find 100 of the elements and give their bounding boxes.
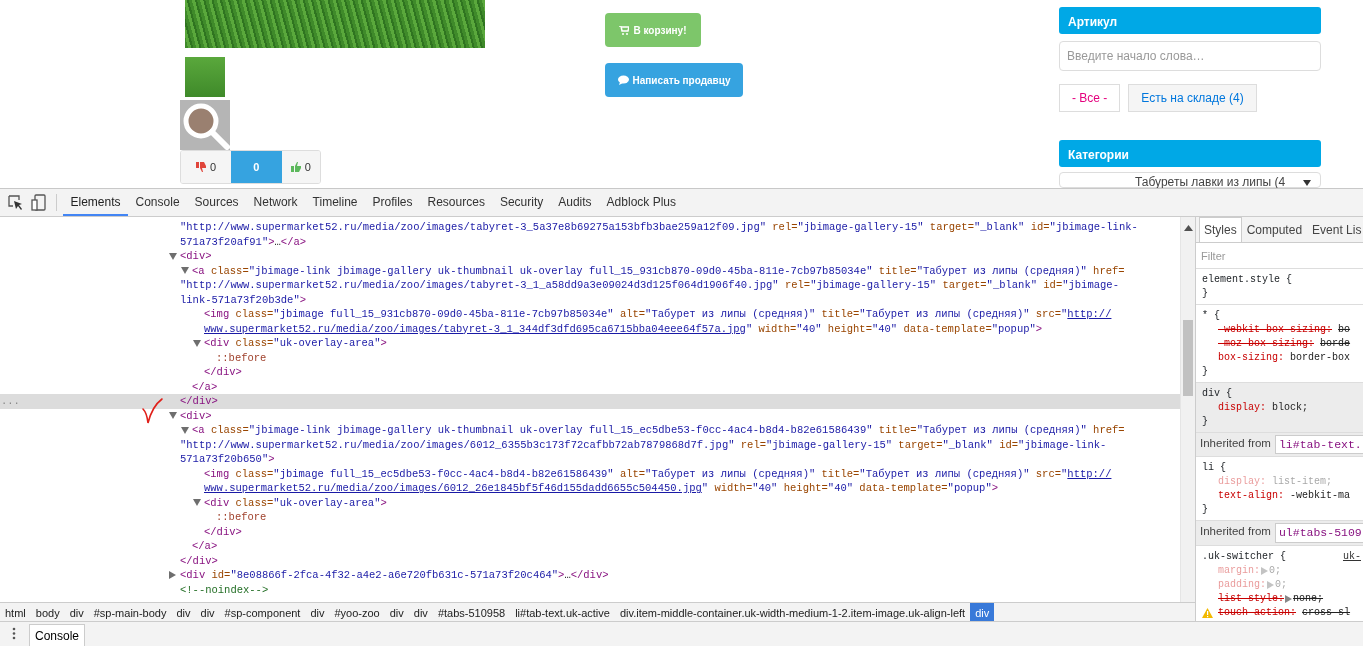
breadcrumb-item[interactable]: #sp-main-body xyxy=(88,603,172,621)
breadcrumb-item[interactable]: #yoo-zoo xyxy=(329,603,385,621)
speech-bubble-icon xyxy=(617,75,629,85)
devtools-tab[interactable]: Audits xyxy=(550,189,600,216)
code-line: <img class="jbimage full_15_931cb870-09d0-45ba-811e-7cb97b85034e" alt="Табурет из липы (средняя)" title="Табурет из липы (средняя)" src="http:// xyxy=(204,307,1112,322)
dom-tree-row[interactable]: 571a73f20b650"> xyxy=(0,452,1180,467)
css-property-name[interactable]: touch-action: xyxy=(1218,605,1296,620)
photo-placeholder[interactable] xyxy=(180,100,230,150)
scrollbar-thumb[interactable] xyxy=(1183,320,1193,396)
collapse-arrow-icon[interactable] xyxy=(193,339,201,347)
dom-tree-row[interactable]: link-571a73f20b3de"> xyxy=(0,292,1180,307)
breadcrumb-item[interactable]: div xyxy=(408,603,433,621)
dom-tree-row[interactable]: <div> xyxy=(0,249,1180,264)
like-button[interactable]: 0 xyxy=(281,151,320,183)
breadcrumb-item[interactable]: div xyxy=(970,603,995,621)
thumbs-up-icon xyxy=(290,162,301,172)
section-header: Категории xyxy=(1059,140,1321,167)
css-property-value: 0; xyxy=(1269,563,1282,578)
breadcrumb-item[interactable]: div xyxy=(195,603,220,621)
css-property-name[interactable]: display: xyxy=(1218,401,1266,415)
dom-tree-row[interactable]: <img class="jbimage full_15_ec5dbe53-f0cc-4ac4-b8d4-b82e61586439" alt="Табурет из липы (средняя)" title="Табурет из липы (средняя)" src="http:// xyxy=(0,466,1180,481)
cart-icon xyxy=(619,25,630,35)
device-mode-icon[interactable] xyxy=(31,194,46,211)
breadcrumb-item[interactable]: div.item-middle-container.uk-width-medium-1-2.item-image.uk-align-left xyxy=(614,603,971,621)
devtools-tab[interactable]: Resources xyxy=(420,189,493,216)
styles-pane-tab[interactable]: Computed xyxy=(1241,217,1308,242)
inspect-element-icon[interactable] xyxy=(8,195,23,210)
dislike-button[interactable]: 0 xyxy=(181,151,232,183)
category-dropdown[interactable]: Табуреты лавки из липы (4 xyxy=(1059,172,1321,188)
collapse-arrow-icon[interactable] xyxy=(193,499,201,507)
dom-tree-row[interactable]: </div> xyxy=(0,553,1180,568)
devtools-tab[interactable]: Adblock Plus xyxy=(599,189,684,216)
css-property-name[interactable]: -webkit-box-sizing: xyxy=(1218,323,1333,337)
element-link[interactable]: ul#tabs-5109 xyxy=(1274,523,1363,543)
devtools-tab[interactable]: Network xyxy=(246,189,306,216)
code-line: "http://www.supermarket52.ru/media/zoo/images/tabyret-3_5a37e8b69275a153bfb3bae259a12f09.jpg" rel="jbimage-gallery-15" target="_blank" id="jbimage-link- xyxy=(180,220,1138,235)
element-link[interactable]: li#tab-text. xyxy=(1274,435,1363,455)
code-line: </a> xyxy=(192,539,218,554)
devtools-tab[interactable]: Elements xyxy=(63,189,129,216)
breadcrumb-item[interactable]: html xyxy=(0,603,31,621)
dom-tree-row[interactable]: </div> xyxy=(0,524,1180,539)
dom-tree-row[interactable]: <div class="uk-overlay-area"> xyxy=(0,495,1180,510)
dom-tree-row[interactable]: "http://www.supermarket52.ru/media/zoo/images/tabyret-3_1_a58dd9a3e09024d3d125f064d1906f40.jpg" rel="jbimage-gallery-15" target="_blank" id="jbimage- xyxy=(0,278,1180,293)
dom-tree-row[interactable]: www.supermarket52.ru/media/zoo/images/6012_26e1845bf5f46d155dadd6655c504450.jpg" width="40" height="40" data-template="popup"> xyxy=(0,481,1180,496)
css-property-name[interactable]: -moz-box-sizing: xyxy=(1218,337,1314,351)
dom-tree-row[interactable]: "http://www.supermarket52.ru/media/zoo/images/tabyret-3_5a37e8b69275a153bfb3bae259a12f09.jpg" rel="jbimage-gallery-15" target="_blank" id="jbimage-link- xyxy=(0,220,1180,235)
dom-tree-row[interactable]: ::before xyxy=(0,510,1180,525)
dom-tree-row[interactable]: </div> xyxy=(0,365,1180,380)
styles-pane-tab[interactable]: Styles xyxy=(1199,217,1242,242)
source-link[interactable]: uk- xyxy=(1343,549,1361,564)
devtools-tab[interactable]: Security xyxy=(492,189,551,216)
dom-tree-row[interactable]: "http://www.supermarket52.ru/media/zoo/images/6012_6355b3c173f72cafbb72ab7879868d7f.jpg" rel="jbimage-gallery-15" target="_blank" id="jbimage-link- xyxy=(0,437,1180,452)
dom-tree-row[interactable]: </a> xyxy=(0,539,1180,554)
breadcrumb-item[interactable]: body xyxy=(30,603,65,621)
code-line: "http://www.supermarket52.ru/media/zoo/images/tabyret-3_1_a58dd9a3e09024d3d125f064d1906f40.jpg" rel="jbimage-gallery-15" target="_blank" id="jbimage- xyxy=(180,278,1119,293)
code-line: www.supermarket52.ru/media/zoo/images/6012_26e1845bf5f46d155dadd6655c504450.jpg" width="40" height="40" data-template="popup"> xyxy=(204,481,998,496)
breadcrumb-item[interactable]: #sp-component xyxy=(219,603,306,621)
code-line: </a> xyxy=(192,379,218,394)
breadcrumb-item[interactable]: div xyxy=(171,603,196,621)
filter-button[interactable]: Есть на складе (4) xyxy=(1128,84,1257,112)
dom-tree-row[interactable]: <div class="uk-overlay-area"> xyxy=(0,336,1180,351)
dom-tree-row[interactable]: </a> xyxy=(0,379,1180,394)
dom-tree-row[interactable]: www.supermarket52.ru/media/zoo/images/tabyret-3_1_344df3dfd695ca6715bba04eee64f57a.jpg" width="40" height="40" data-template="popup"> xyxy=(0,321,1180,336)
styles-pane-tab[interactable]: Event Lis xyxy=(1307,217,1363,242)
expand-arrow-icon[interactable] xyxy=(169,571,176,580)
dom-tree-row[interactable]: <div id="8e08866f-2fca-4f32-a4e2-a6e720fb631c-571a73f20c464">…</div> xyxy=(0,568,1180,583)
dom-tree-row[interactable]: ... </div> xyxy=(0,394,1180,409)
expand-arrow-icon[interactable] xyxy=(1284,594,1293,603)
filter-button[interactable]: - Все - xyxy=(1059,84,1121,112)
devtools-tab[interactable]: Console xyxy=(128,189,188,216)
breadcrumb-item[interactable]: div xyxy=(384,603,409,621)
breadcrumb-item[interactable]: div xyxy=(305,603,330,621)
devtools-tab[interactable]: Profiles xyxy=(365,189,421,216)
dom-tree-row[interactable]: <img class="jbimage full_15_931cb870-09d0-45ba-811e-7cb97b85034e" alt="Табурет из липы (средняя)" title="Табурет из липы (средняя)" src="http:// xyxy=(0,307,1180,322)
dom-tree-row[interactable]: <a class="jbimage-link jbimage-gallery uk-thumbnail uk-overlay full_15_ec5dbe53-f0cc-4ac4-b8d4-b82e61586439" title="Табурет из липы (средняя)" href= xyxy=(0,423,1180,438)
dom-tree-row[interactable]: ::before xyxy=(0,350,1180,365)
css-property-value: borde xyxy=(1320,337,1351,351)
dom-tree-row[interactable]: <a class="jbimage-link jbimage-gallery uk-thumbnail uk-overlay full_15_931cb870-09d0-45ba-811e-7cb97b85034e" title="Табурет из липы (средняя)" href= xyxy=(0,263,1180,278)
code-line: link-571a73f20b3de"> xyxy=(180,292,307,307)
breadcrumb-item[interactable]: #tabs-510958 xyxy=(432,603,511,621)
dom-tree-row[interactable]: 571a73f20af91">…</a> xyxy=(0,234,1180,249)
dom-tree-row[interactable]: <!--noindex--> xyxy=(0,582,1180,597)
code-line: </div> xyxy=(180,394,218,409)
drawer-tab[interactable]: Console xyxy=(29,624,86,646)
devtools-tab[interactable]: Timeline xyxy=(305,189,365,216)
css-property-name[interactable]: box-sizing: xyxy=(1218,351,1284,365)
devtools-tab[interactable]: Sources xyxy=(187,189,247,216)
section-header: Артикул xyxy=(1059,7,1321,34)
css-property-name[interactable]: text-align: xyxy=(1218,489,1284,504)
scroll-up-arrow-icon[interactable] xyxy=(1184,225,1193,231)
search-field[interactable]: Введите начало слова… xyxy=(1059,41,1321,71)
code-line: "http://www.supermarket52.ru/media/zoo/images/6012_6355b3c173f72cafbb72ab7879868d7f.jpg" rel="jbimage-gallery-15" target="_blank" id="jbimage-link- xyxy=(180,437,1107,452)
code-line: <!--noindex--> xyxy=(180,582,269,597)
css-property-name[interactable]: list-style: xyxy=(1218,591,1284,606)
css-property-value: block; xyxy=(1272,401,1309,415)
code-line: <a class="jbimage-link jbimage-gallery uk-thumbnail uk-overlay full_15_931cb870-09d0-45ba-811e-7cb97b85034e" title="Табурет из липы (средняя)" href= xyxy=(192,263,1125,278)
code-line: <a class="jbimage-link jbimage-gallery uk-thumbnail uk-overlay full_15_ec5dbe53-f0cc-4ac4-b8d4-b82e61586439" title="Табурет из липы (средняя)" href= xyxy=(192,423,1125,438)
breadcrumb-item[interactable]: li#tab-text.uk-active xyxy=(510,603,615,621)
breadcrumb-item[interactable]: div xyxy=(64,603,89,621)
dom-tree-row[interactable]: <div> xyxy=(0,408,1180,423)
